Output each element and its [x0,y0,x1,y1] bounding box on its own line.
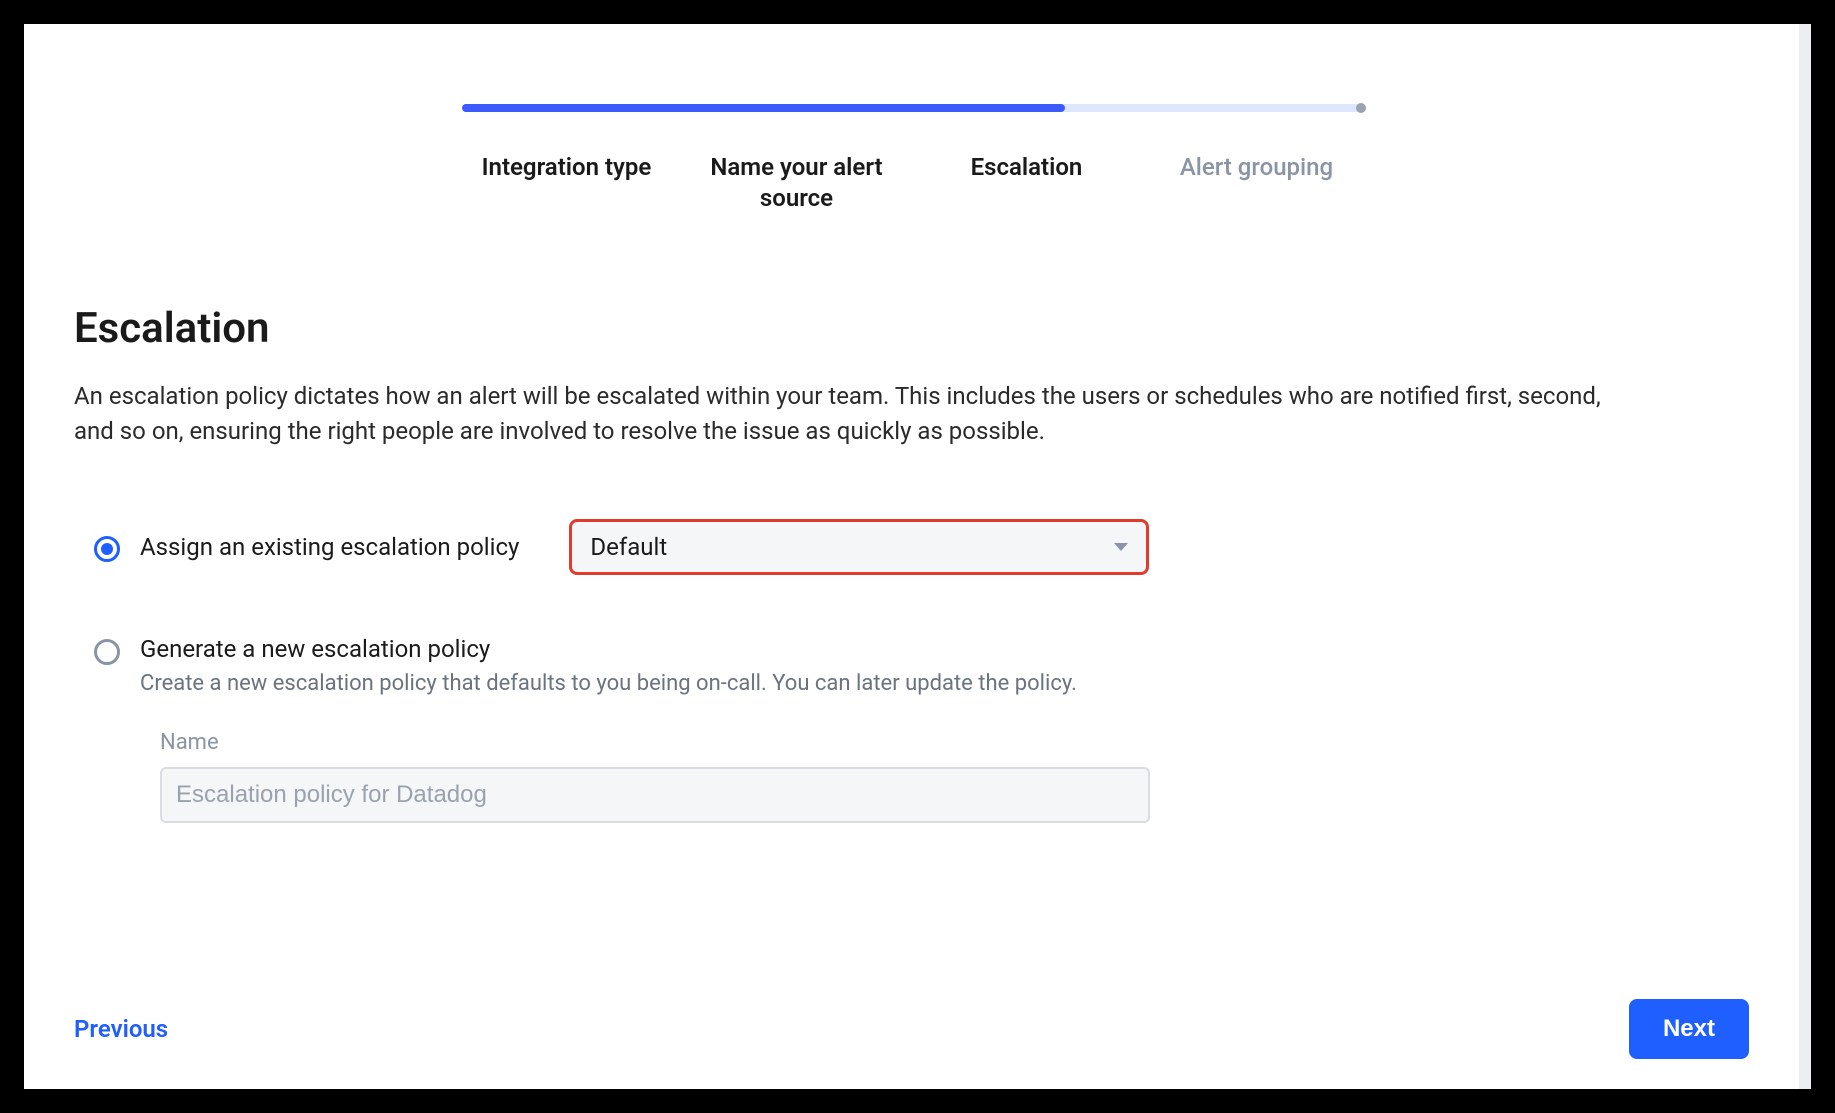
previous-link[interactable]: Previous [74,1015,168,1043]
sub-generate-new: Create a new escalation policy that defa… [140,671,1077,696]
page-description: An escalation policy dictates how an ale… [74,379,1614,449]
option-assign-existing: Assign an existing escalation policy Def… [94,519,1749,575]
escalation-options: Assign an existing escalation policy Def… [94,519,1749,823]
wizard-footer: Previous Next [74,969,1749,1059]
stepper-step-integration-type[interactable]: Integration type [462,152,672,214]
option-generate-new: Generate a new escalation policy Create … [94,635,1749,696]
stepper: Integration type Name your alert source … [462,104,1362,214]
stepper-progress [462,104,1065,112]
radio-assign-existing[interactable] [94,536,120,562]
page-title: Escalation [74,304,1749,353]
escalation-policy-select[interactable]: Default [569,519,1149,575]
stepper-step-name-source[interactable]: Name your alert source [692,152,902,214]
label-assign-existing: Assign an existing escalation policy [140,533,519,561]
name-field-label: Name [160,730,1749,755]
stepper-step-alert-grouping[interactable]: Alert grouping [1152,152,1362,214]
stepper-step-escalation[interactable]: Escalation [922,152,1132,214]
next-button[interactable]: Next [1629,999,1749,1059]
label-generate-new: Generate a new escalation policy [140,635,1077,663]
wizard-panel: Integration type Name your alert source … [24,24,1811,1089]
name-field-input[interactable] [160,767,1150,823]
stepper-end-dot [1356,103,1366,113]
chevron-down-icon [1114,543,1128,551]
stepper-track [462,104,1362,112]
new-policy-name-block: Name [160,730,1749,823]
radio-generate-new[interactable] [94,639,120,665]
escalation-policy-select-value: Default [590,533,667,561]
